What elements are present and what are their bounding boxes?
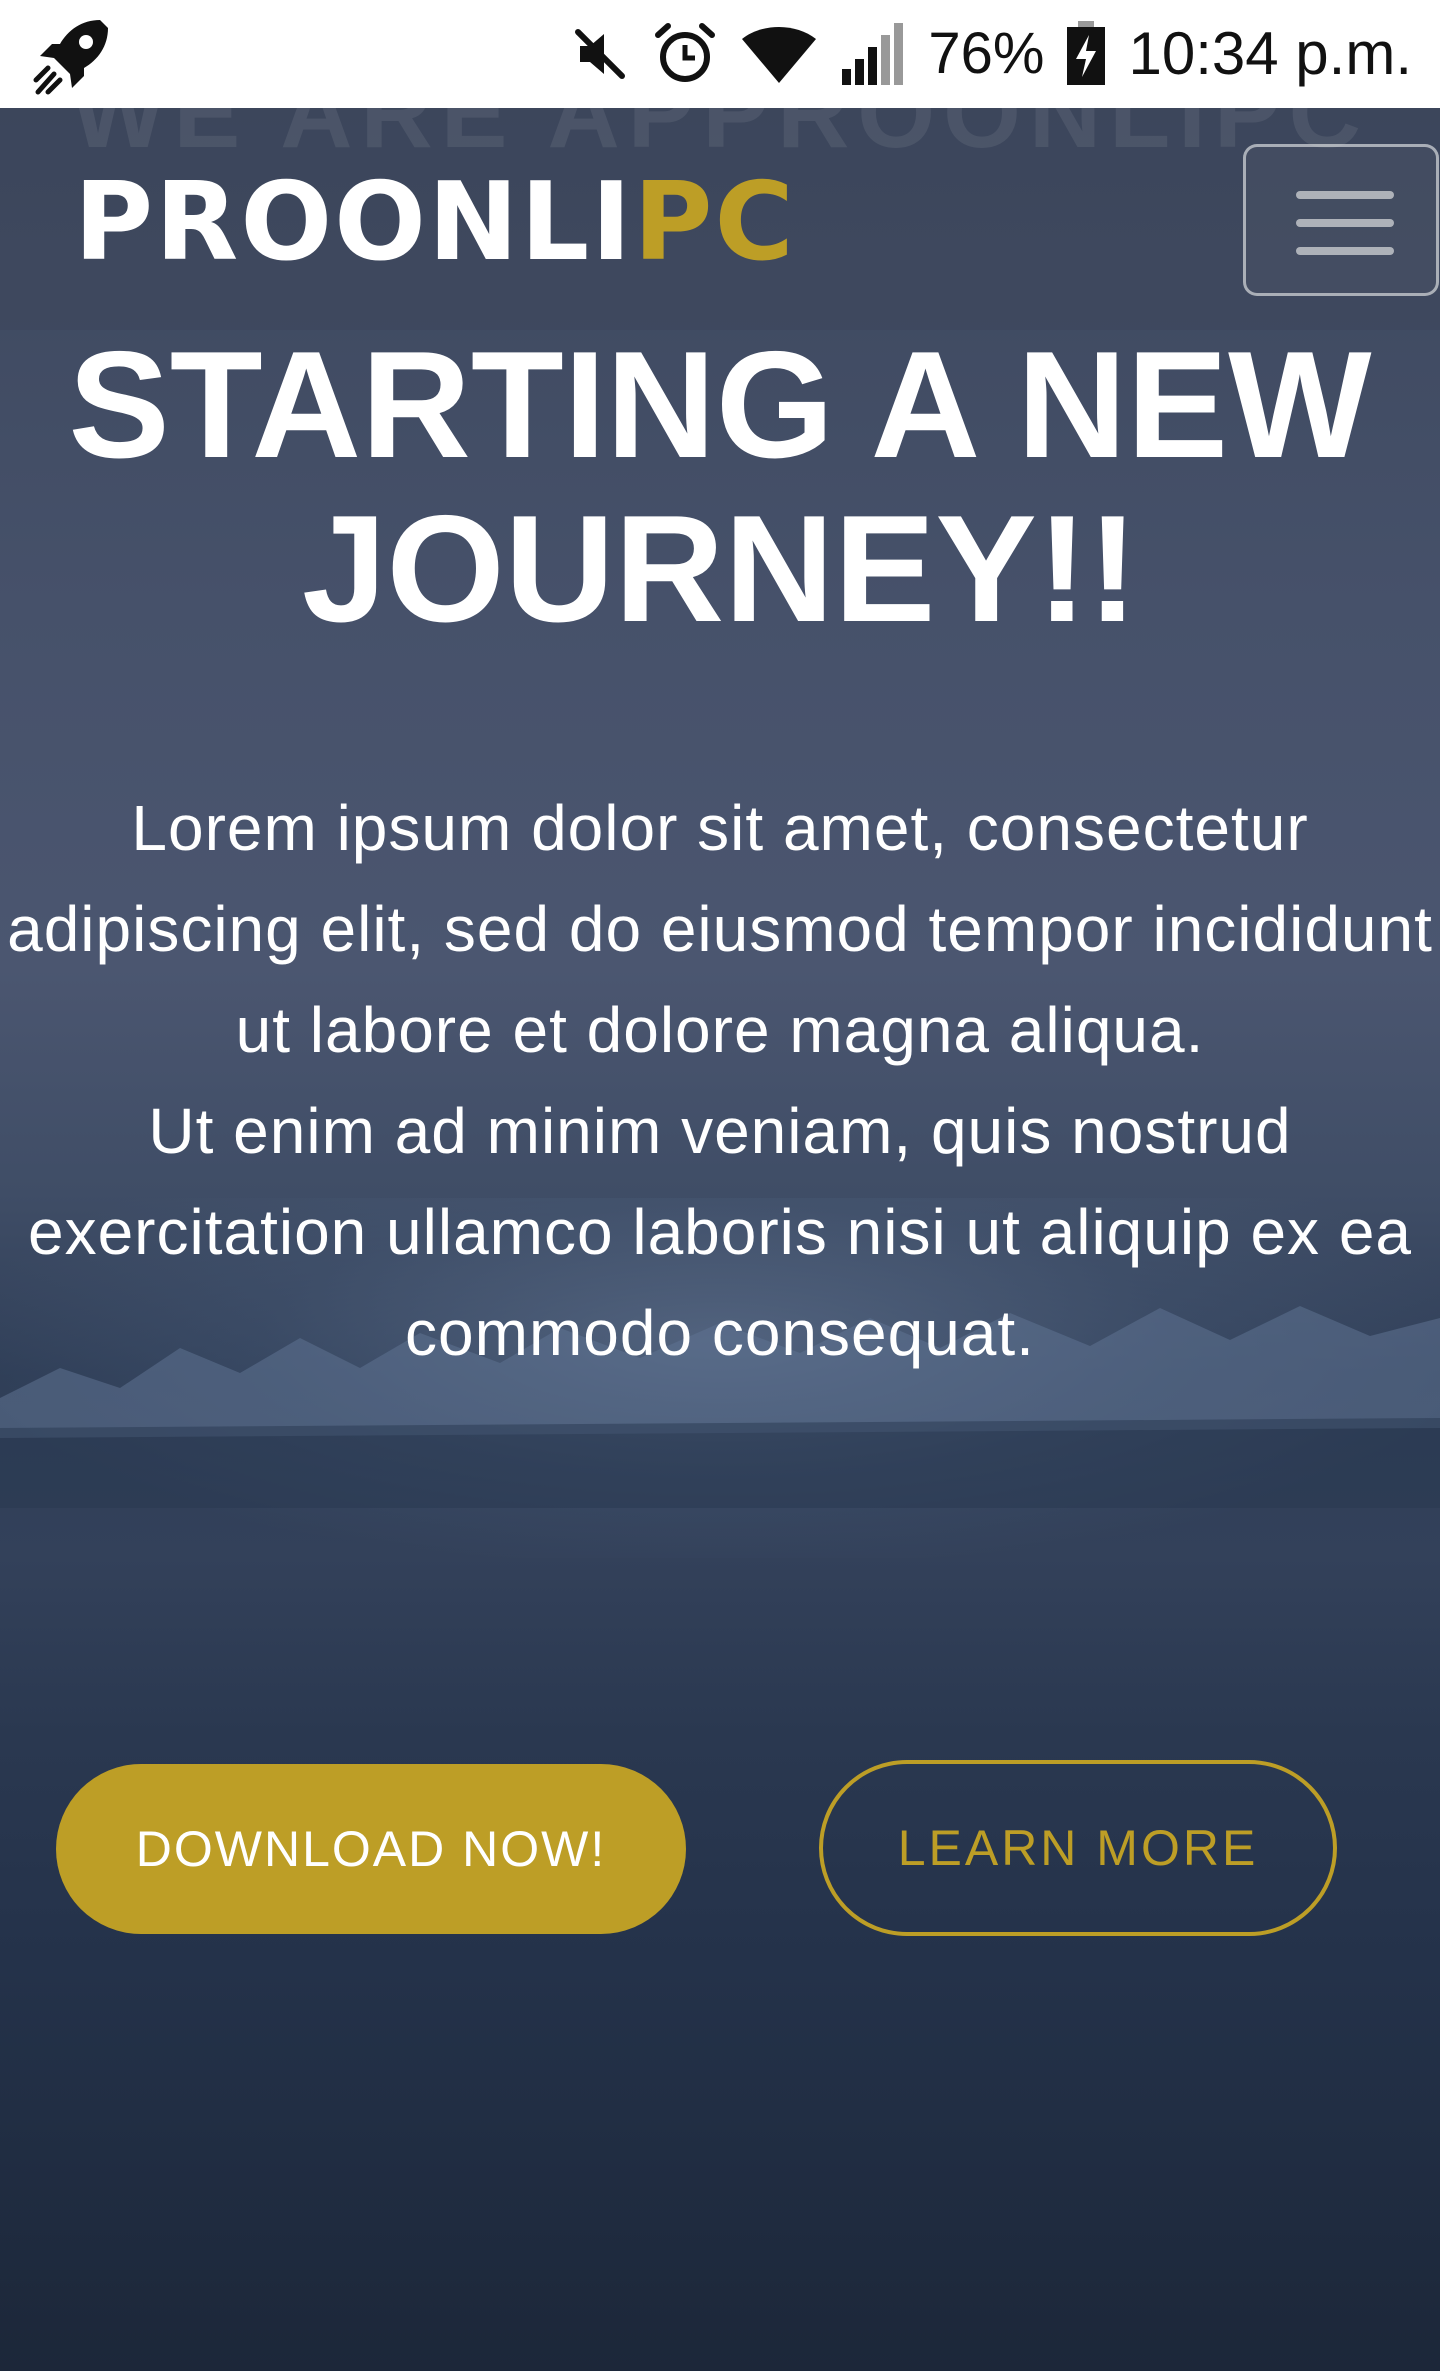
clock-time: 10:34 p.m. — [1128, 20, 1412, 87]
logo-main-text: PROONLI — [74, 160, 634, 285]
battery-charging-icon — [1066, 21, 1106, 87]
wifi-icon — [740, 21, 818, 87]
battery-percent: 76% — [928, 21, 1045, 86]
description-paragraph-2: Ut enim ad minim veniam, quis nostrud ex… — [27, 1095, 1413, 1369]
top-navbar: PROONLIPC — [0, 108, 1440, 330]
cellular-signal-icon — [840, 21, 906, 87]
hero-section: WE ARE APPROONLIPC PROONLIPC STARTING A … — [0, 108, 1440, 2371]
logo-accent-text: PC — [633, 160, 796, 285]
status-bar: 76% 10:34 p.m. — [0, 0, 1440, 108]
hamburger-menu-icon — [1296, 191, 1394, 199]
alarm-clock-icon — [652, 21, 718, 87]
brand-logo[interactable]: PROONLIPC — [74, 160, 796, 285]
hero-headline: STARTING A NEW JOURNEY!! — [68, 320, 1372, 654]
rocket-icon — [30, 14, 114, 98]
description-paragraph-1: Lorem ipsum dolor sit amet, consectetur … — [7, 792, 1433, 1066]
learn-more-button[interactable]: LEARN MORE — [819, 1760, 1337, 1936]
volume-muted-icon — [570, 24, 630, 84]
hero-description: Lorem ipsum dolor sit amet, consectetur … — [0, 778, 1440, 1384]
hamburger-bar-middle — [1296, 219, 1394, 227]
download-now-button[interactable]: DOWNLOAD NOW! — [56, 1764, 686, 1934]
hamburger-bar-bottom — [1296, 247, 1394, 255]
hamburger-menu-button[interactable] — [1243, 144, 1439, 296]
